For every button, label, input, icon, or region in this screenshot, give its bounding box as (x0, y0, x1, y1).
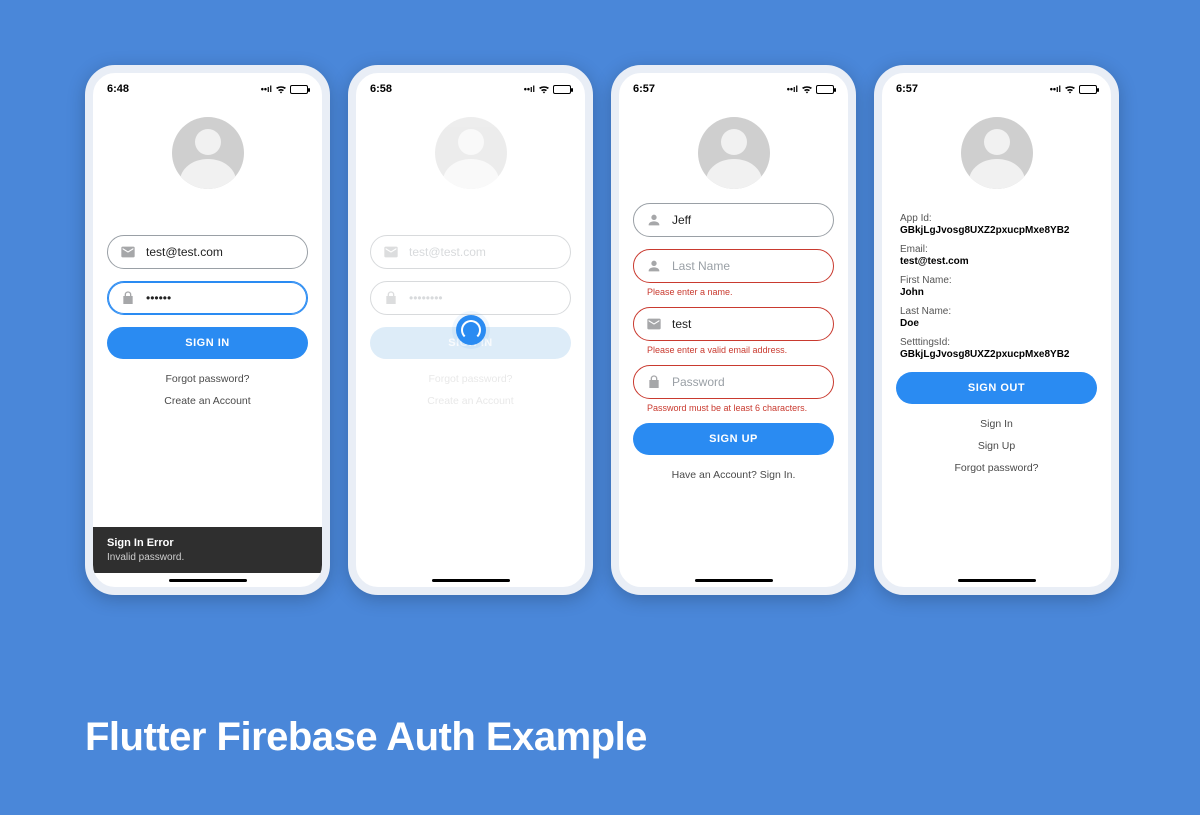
wifi-icon (538, 85, 550, 94)
email-field[interactable] (633, 307, 834, 341)
have-account-link[interactable]: Have an Account? Sign In. (633, 469, 834, 481)
settingsid-value: GBkjLgJvosg8UXZ2pxucpMxe8YB2 (900, 349, 1093, 360)
password-input (409, 291, 558, 305)
settingsid-label: SetttingsId: (900, 337, 1093, 348)
signal-icon: ••ıl (261, 84, 272, 94)
password-field (370, 281, 571, 315)
battery-icon (1079, 85, 1097, 94)
signin-button[interactable]: SIGN IN (107, 327, 308, 359)
password-field[interactable] (633, 365, 834, 399)
battery-icon (553, 85, 571, 94)
signal-icon: ••ıl (787, 84, 798, 94)
wifi-icon (1064, 85, 1076, 94)
signin-button: SIGN IN (370, 327, 571, 359)
status-time: 6:48 (107, 83, 129, 95)
status-time: 6:57 (633, 83, 655, 95)
email-input (409, 245, 558, 259)
email-input[interactable] (146, 245, 295, 259)
status-bar: 6:58 ••ıl (356, 73, 585, 99)
forgot-password-link[interactable]: Forgot password? (896, 462, 1097, 474)
phone-signin: 6:48 ••ıl (85, 65, 330, 595)
last-name-input[interactable] (672, 259, 821, 273)
phone-signup: 6:57 ••ıl Pleas (611, 65, 856, 595)
first-name-field[interactable] (633, 203, 834, 237)
lastname-value: Doe (900, 318, 1093, 329)
status-time: 6:57 (896, 83, 918, 95)
appid-label: App Id: (900, 213, 1093, 224)
first-name-input[interactable] (672, 213, 821, 227)
email-field (370, 235, 571, 269)
firstname-label: First Name: (900, 275, 1093, 286)
status-time: 6:58 (370, 83, 392, 95)
avatar-placeholder (961, 117, 1033, 189)
create-account-link[interactable]: Create an Account (107, 395, 308, 407)
mail-icon (120, 244, 136, 260)
email-error: Please enter a valid email address. (647, 345, 834, 355)
email-input[interactable] (672, 317, 821, 331)
person-icon (646, 258, 662, 274)
avatar-placeholder (435, 117, 507, 189)
person-icon (646, 212, 662, 228)
avatar-placeholder (698, 117, 770, 189)
password-input[interactable] (146, 291, 295, 305)
password-field[interactable] (107, 281, 308, 315)
battery-icon (290, 85, 308, 94)
signin-link[interactable]: Sign In (896, 418, 1097, 430)
snackbar-message: Invalid password. (107, 552, 308, 563)
status-bar: 6:48 ••ıl (93, 73, 322, 99)
lock-icon (646, 374, 662, 390)
appid-value: GBkjLgJvosg8UXZ2pxucpMxe8YB2 (900, 225, 1093, 236)
email-field[interactable] (107, 235, 308, 269)
lock-icon (383, 290, 399, 306)
signal-icon: ••ıl (524, 84, 535, 94)
email-value: test@test.com (900, 256, 1093, 267)
signup-button[interactable]: SIGN UP (633, 423, 834, 455)
mail-icon (646, 316, 662, 332)
status-right: ••ıl (524, 84, 571, 94)
wifi-icon (275, 85, 287, 94)
status-right: ••ıl (261, 84, 308, 94)
email-label: Email: (900, 244, 1093, 255)
status-right: ••ıl (787, 84, 834, 94)
firstname-value: John (900, 287, 1093, 298)
create-account-link: Create an Account (370, 395, 571, 407)
lastname-label: Last Name: (900, 306, 1093, 317)
forgot-password-link: Forgot password? (370, 373, 571, 385)
lock-icon (120, 290, 136, 306)
status-bar: 6:57 ••ıl (619, 73, 848, 99)
status-bar: 6:57 ••ıl (882, 73, 1111, 99)
signal-icon: ••ıl (1050, 84, 1061, 94)
signup-link[interactable]: Sign Up (896, 440, 1097, 452)
error-snackbar: Sign In Error Invalid password. (93, 527, 322, 573)
page-title: Flutter Firebase Auth Example (85, 715, 647, 760)
battery-icon (816, 85, 834, 94)
signout-button[interactable]: SIGN OUT (896, 372, 1097, 404)
mail-icon (383, 244, 399, 260)
status-right: ••ıl (1050, 84, 1097, 94)
wifi-icon (801, 85, 813, 94)
phone-profile: 6:57 ••ıl App Id: GBkjLgJvosg8UXZ2pxucpM… (874, 65, 1119, 595)
password-input[interactable] (672, 375, 821, 389)
avatar-placeholder (172, 117, 244, 189)
forgot-password-link[interactable]: Forgot password? (107, 373, 308, 385)
last-name-error: Please enter a name. (647, 287, 834, 297)
phone-loading: 6:58 ••ıl (348, 65, 593, 595)
last-name-field[interactable] (633, 249, 834, 283)
snackbar-title: Sign In Error (107, 537, 308, 549)
password-error: Password must be at least 6 characters. (647, 403, 834, 413)
